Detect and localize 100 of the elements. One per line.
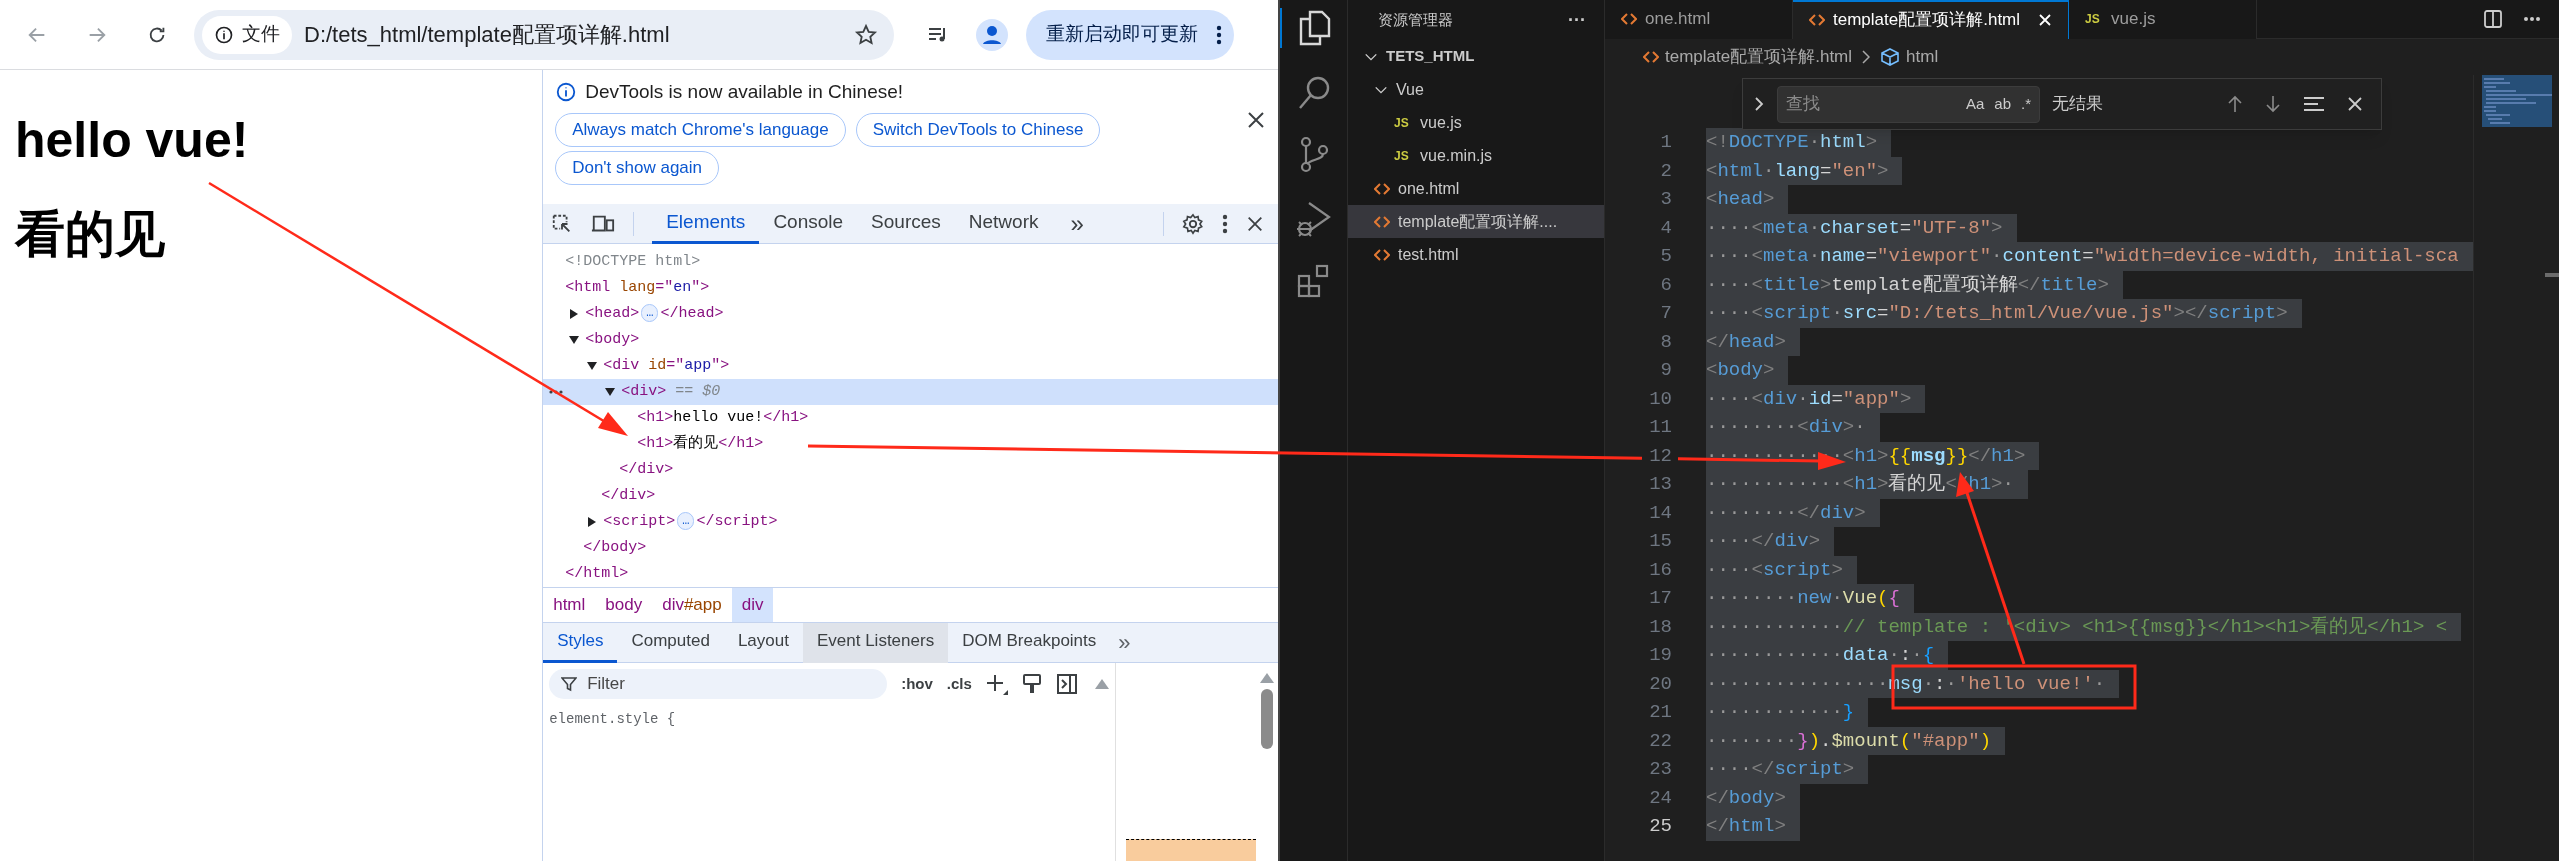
- find-input-field[interactable]: 查找 Aa ab .*: [1777, 85, 2040, 123]
- line-number: 3: [1659, 187, 1672, 212]
- arrow-up-icon[interactable]: [2227, 95, 2243, 113]
- site-info-chip[interactable]: 文件: [202, 15, 292, 54]
- find-option-toggle[interactable]: ab: [1994, 92, 2011, 116]
- update-button[interactable]: 重新启动即可更新: [1026, 9, 1234, 60]
- infobar-button[interactable]: Don't show again: [555, 150, 720, 185]
- add-rule-icon[interactable]: [985, 673, 1008, 695]
- toggle-button[interactable]: :hov: [901, 672, 933, 696]
- more-actions-icon[interactable]: [2523, 16, 2541, 22]
- dom-tree-row[interactable]: <h1>hello vue!</h1>: [543, 405, 1278, 431]
- line-number: 12: [1648, 443, 1672, 469]
- split-editor-icon[interactable]: [2483, 9, 2503, 29]
- explorer-item[interactable]: template配置项详解....: [1348, 205, 1604, 238]
- styles-pane-tab[interactable]: Event Listeners: [802, 622, 949, 663]
- explorer-item[interactable]: TETS_HTML: [1348, 40, 1604, 73]
- more-tabs-button[interactable]: »: [1070, 211, 1084, 236]
- more-icon[interactable]: [549, 390, 564, 394]
- scroll-up-arrow-icon[interactable]: [1260, 673, 1274, 683]
- kebab-menu-icon[interactable]: [1222, 213, 1228, 234]
- collapsed-triangle-icon[interactable]: [569, 309, 580, 319]
- explorer-item[interactable]: one.html: [1348, 172, 1604, 205]
- expanded-triangle-icon[interactable]: [569, 335, 580, 345]
- styles-pane-tab[interactable]: DOM Breakpoints: [948, 622, 1111, 663]
- paint-brush-icon[interactable]: [1021, 673, 1042, 695]
- dom-tree-row[interactable]: <body>: [543, 327, 1278, 353]
- toggle-button[interactable]: .cls: [946, 672, 972, 696]
- breadcrumb-item[interactable]: body: [595, 588, 653, 622]
- styles-pane-tab[interactable]: Layout: [723, 622, 803, 663]
- line-number: 10: [1648, 386, 1672, 412]
- address-bar[interactable]: 文件 D:/tets_html/template配置项详解.html: [194, 9, 894, 60]
- infobar-button[interactable]: Switch DevTools to Chinese: [855, 112, 1101, 147]
- explorer-item[interactable]: JS vue.min.js: [1348, 139, 1604, 172]
- info-icon: [555, 81, 578, 104]
- source-control-icon[interactable]: [1298, 136, 1329, 174]
- dom-tree-row[interactable]: <!DOCTYPE html>: [543, 249, 1278, 275]
- profile-avatar-icon[interactable]: [976, 18, 1008, 51]
- line-number: 19: [1648, 643, 1672, 668]
- line-number: 9: [1659, 358, 1672, 383]
- close-icon[interactable]: [2347, 96, 2363, 112]
- close-icon[interactable]: [1246, 214, 1264, 233]
- devtools-tab[interactable]: Sources: [857, 203, 955, 244]
- settings-icon[interactable]: [1182, 212, 1204, 235]
- run-debug-icon[interactable]: [1295, 200, 1332, 238]
- find-in-selection-icon[interactable]: [2303, 96, 2325, 112]
- code-brackets-icon: [1809, 13, 1825, 27]
- explorer-item[interactable]: JS vue.js: [1348, 106, 1604, 139]
- dom-tree-row[interactable]: <html lang="en">: [543, 275, 1278, 301]
- breadcrumb-item[interactable]: html: [543, 588, 596, 622]
- dom-closing-tag: </html>: [565, 562, 629, 586]
- arrow-down-icon[interactable]: [2265, 95, 2281, 113]
- breadcrumb-item[interactable]: div: [731, 588, 774, 622]
- scrollbar-thumb[interactable]: [2545, 273, 2559, 277]
- line-number: 6: [1659, 272, 1672, 298]
- devtools-tab[interactable]: Network: [954, 203, 1053, 244]
- chevron-down-icon[interactable]: [1374, 84, 1388, 95]
- breadcrumb-file[interactable]: template配置项详解.html: [1665, 44, 1853, 70]
- scroll-up-arrow-icon[interactable]: [1095, 679, 1110, 689]
- close-icon[interactable]: [1246, 110, 1266, 130]
- style-rule-selector: element.style {: [548, 710, 677, 729]
- find-option-toggle[interactable]: Aa: [1965, 92, 1985, 116]
- scrollbar-thumb[interactable]: [1261, 689, 1273, 749]
- styles-pane-tab[interactable]: Computed: [617, 622, 724, 663]
- files-icon[interactable]: [1297, 10, 1332, 46]
- more-actions-button[interactable]: ···: [1568, 6, 1586, 34]
- dom-tree-row[interactable]: <div id="app">: [543, 353, 1278, 379]
- line-number: 25: [1648, 814, 1672, 839]
- info-icon: [214, 24, 234, 45]
- explorer-title: 资源管理器: [1378, 9, 1453, 30]
- kebab-menu-icon[interactable]: [1216, 24, 1222, 45]
- breadcrumb-item[interactable]: div#app: [652, 588, 732, 622]
- extensions-icon[interactable]: [1296, 264, 1331, 298]
- breadcrumb-symbol[interactable]: html: [1906, 44, 1939, 70]
- line-number: 16: [1648, 557, 1672, 583]
- expanded-triangle-icon[interactable]: [605, 387, 616, 397]
- dom-tree-row[interactable]: <script> … </script>: [543, 509, 1278, 535]
- chevron-down-icon[interactable]: [1364, 51, 1378, 62]
- infobar-button[interactable]: Always match Chrome's language: [555, 112, 846, 147]
- explorer-item[interactable]: test.html: [1348, 238, 1604, 271]
- dom-tree-row[interactable]: <div> == $0: [543, 379, 1278, 405]
- filter-field[interactable]: Filter: [549, 669, 888, 699]
- expanded-triangle-icon[interactable]: [587, 361, 598, 371]
- dom-node-markup: <div id="app">: [603, 355, 730, 376]
- explorer-item[interactable]: Vue: [1348, 73, 1604, 106]
- close-icon[interactable]: [2038, 13, 2053, 27]
- find-option-toggle[interactable]: .*: [2021, 92, 2031, 116]
- editor-tab[interactable]: template配置项详解.html: [1793, 0, 2070, 39]
- find-result-text: 无结果: [2052, 93, 2103, 116]
- editor-tab[interactable]: JS vue.js: [2069, 0, 2258, 39]
- chevron-right-icon[interactable]: [1753, 96, 1765, 112]
- bookmark-star-icon[interactable]: [854, 22, 878, 47]
- editor-tab[interactable]: one.html: [1605, 0, 1793, 39]
- search-icon[interactable]: [1296, 74, 1331, 110]
- devtools-tab[interactable]: Console: [759, 203, 858, 244]
- dom-node-markup: <h1>看的见</h1>: [637, 433, 764, 454]
- dom-tree-row[interactable]: <head> … </head>: [543, 301, 1278, 327]
- dom-tree-row[interactable]: <h1>看的见</h1>: [543, 431, 1278, 457]
- sidebar-toggle-icon[interactable]: [1055, 673, 1078, 695]
- collapsed-triangle-icon[interactable]: [587, 517, 598, 527]
- more-tabs-button[interactable]: »: [1118, 631, 1131, 654]
